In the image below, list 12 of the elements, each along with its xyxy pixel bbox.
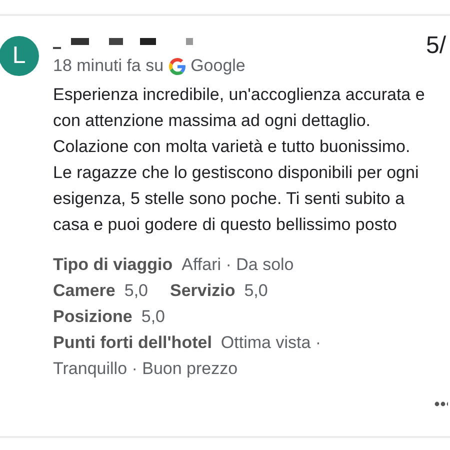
review-text: Esperienza incredibile, un'accoglienza accurata e con attenzione massima ad ogni dettaglio. Colazione con molta varietà e tutto buonissimo. Le ragazze che lo gestiscono disponibili per ogni esigenza, 5 stelle sono poche. Ti senti subito a casa e puoi godere di questo bellissimo posto [53, 84, 426, 236]
avatar: L [0, 36, 39, 76]
google-logo-icon [168, 58, 186, 74]
detail-item: Camere 5,0 [53, 280, 148, 302]
detail-item: Punti forti dell'hotel Ottima vista · Tranquillo · Buon prezzo [53, 332, 322, 380]
review-time: 18 minuti fa su [53, 56, 164, 76]
detail-item: Servizio 5,0 [170, 280, 268, 302]
rating: 5/ [426, 32, 446, 60]
more-icon[interactable] [434, 401, 448, 407]
review-source: Google [190, 56, 246, 76]
detail-item: Posizione 5,0 [53, 306, 165, 328]
detail-item: Tipo di viaggio Affari · Da solo [53, 254, 294, 276]
